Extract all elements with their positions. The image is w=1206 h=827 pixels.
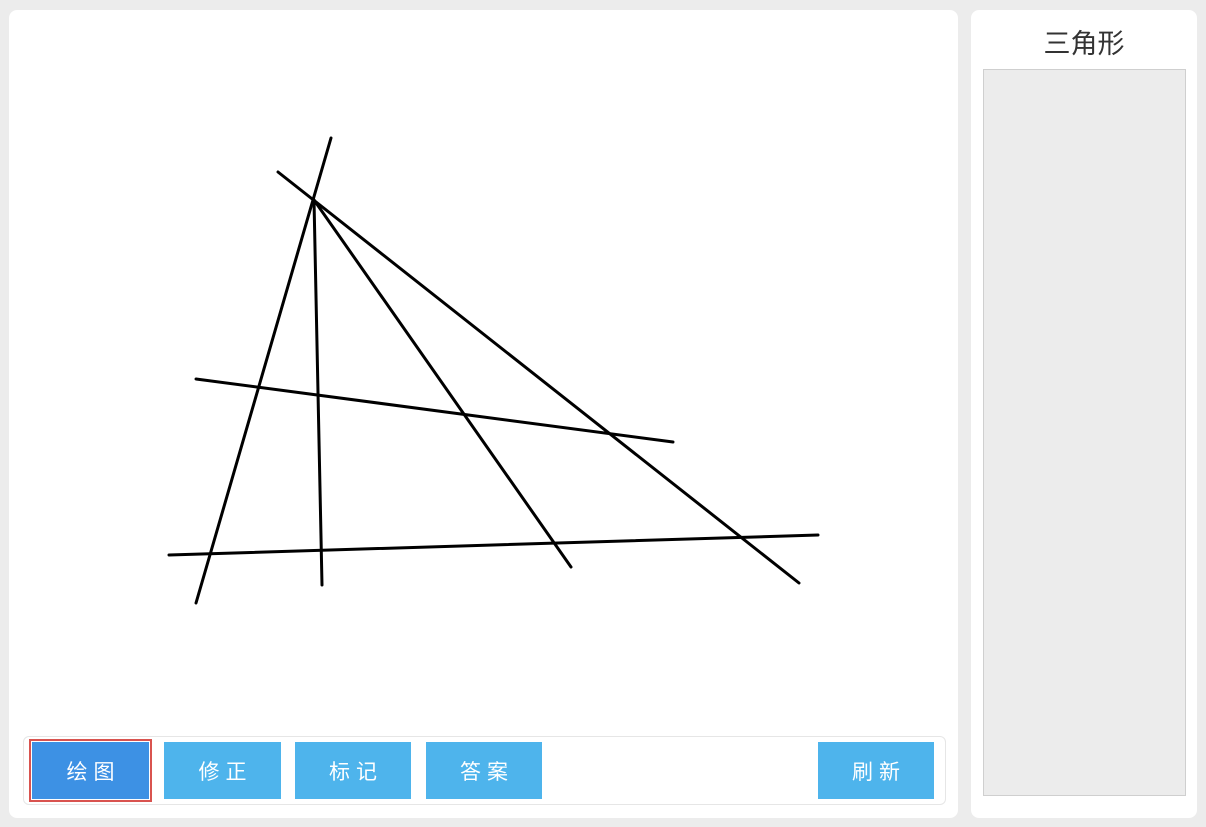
drawing-canvas[interactable] bbox=[9, 10, 958, 730]
drawn-line bbox=[194, 377, 675, 444]
mark-button[interactable]: 标记 bbox=[295, 742, 411, 799]
toolbar: 绘图 修正 标记 答案 刷新 bbox=[23, 736, 946, 805]
draw-button[interactable]: 绘图 bbox=[29, 739, 152, 802]
drawn-line bbox=[194, 136, 333, 605]
triangle-list bbox=[983, 69, 1186, 796]
correct-button[interactable]: 修正 bbox=[164, 742, 281, 799]
refresh-button[interactable]: 刷新 bbox=[818, 742, 934, 799]
sidebar-title: 三角形 bbox=[1043, 29, 1125, 60]
answer-button[interactable]: 答案 bbox=[426, 742, 542, 799]
drawn-line bbox=[312, 198, 573, 569]
drawing-panel: 绘图 修正 标记 答案 刷新 bbox=[9, 10, 958, 818]
drawn-line bbox=[312, 198, 324, 587]
sidebar: 三角形 bbox=[971, 10, 1197, 818]
drawn-line bbox=[167, 533, 820, 557]
